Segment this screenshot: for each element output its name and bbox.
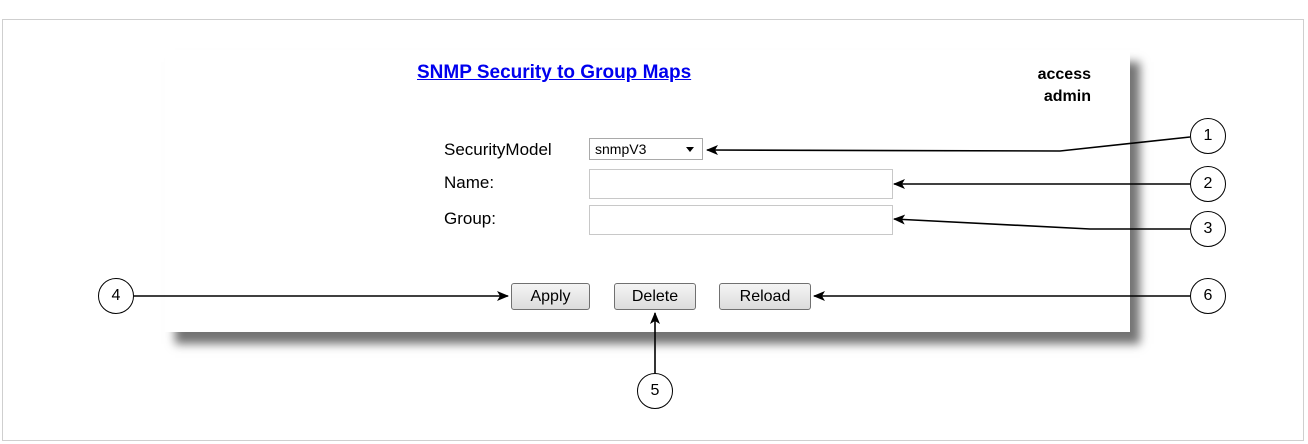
- callout-6: 6: [1190, 278, 1226, 314]
- callout-2: 2: [1190, 166, 1226, 202]
- callout-5: 5: [637, 373, 673, 409]
- callout-3: 3: [1190, 211, 1226, 247]
- callout-1: 1: [1190, 118, 1226, 154]
- arrow-1: [706, 136, 1191, 156]
- arrow-3: [893, 214, 1190, 230]
- callout-4: 4: [98, 278, 134, 314]
